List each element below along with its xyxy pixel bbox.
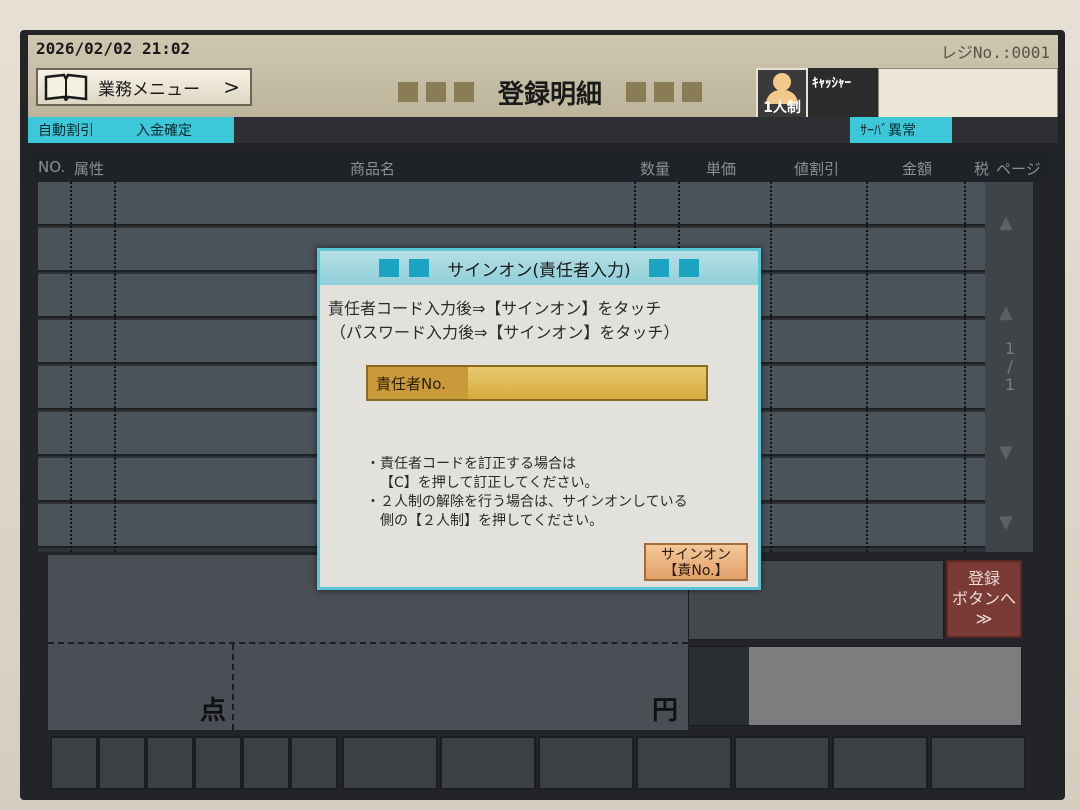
function-key[interactable] [734, 736, 830, 790]
function-key[interactable] [290, 736, 338, 790]
person-icon [773, 73, 791, 91]
function-key[interactable] [50, 736, 98, 790]
function-key[interactable] [146, 736, 194, 790]
column-divider [964, 182, 966, 552]
col-unit-price: 単価 [706, 160, 737, 178]
column-divider [114, 182, 116, 552]
signon-dialog: サインオン(責任者入力) 責任者コード入力後⇒【サインオン】をタッチ （パスワー… [317, 248, 761, 590]
header-bar: 2026/02/02 21:02 レジNo.:0001 業務メニュー > 登録明… [28, 35, 1058, 120]
server-error-badge: ｻｰﾊﾞ異常 [850, 117, 952, 143]
business-menu-button[interactable]: 業務メニュー > [36, 68, 252, 106]
status-strip: 自動割引 入金確定 ｻｰﾊﾞ異常 [28, 117, 1058, 143]
mode-badge: 1人制 [763, 100, 801, 116]
screen-title-group: 登録明細 [398, 75, 703, 110]
page-up-icon[interactable]: ▲ [999, 302, 1013, 323]
page-indicator: 1 / 1 [1004, 339, 1016, 394]
cashier-field [878, 68, 1058, 120]
function-key[interactable] [242, 736, 290, 790]
dialog-notes: ・責任者コードを訂正する場合は 【C】を押して訂正してください。 ・２人制の解除… [366, 456, 688, 529]
points-unit: 点 [200, 696, 227, 726]
title-square-icon [409, 259, 430, 277]
col-no: NO. [38, 158, 66, 176]
title-square-icon [682, 82, 703, 102]
register-button[interactable]: 登録 ボタンへ ≫ [946, 560, 1022, 638]
function-key[interactable] [538, 736, 634, 790]
function-key[interactable] [194, 736, 242, 790]
business-menu-label: 業務メニュー [98, 79, 200, 100]
function-key[interactable] [636, 736, 732, 790]
title-square-icon [648, 259, 669, 277]
col-qty: 数量 [640, 160, 671, 178]
function-key[interactable] [98, 736, 146, 790]
yen-unit: 円 [652, 696, 679, 726]
datetime: 2026/02/02 21:02 [36, 39, 191, 58]
register-number: レジNo.:0001 [940, 43, 1050, 62]
screen-title: 登録明細 [498, 79, 603, 110]
col-page: ページ [996, 160, 1041, 178]
deposit-confirm-badge: 入金確定 [126, 117, 234, 143]
page-bottom-icon[interactable]: ▼ [999, 512, 1013, 533]
function-key[interactable] [342, 736, 438, 790]
column-divider [866, 182, 868, 552]
summary-divider [48, 642, 688, 644]
table-row[interactable] [38, 182, 993, 226]
title-square-icon [398, 82, 418, 102]
title-square-icon [678, 259, 699, 277]
total-box [688, 646, 1022, 726]
auto-discount-badge: 自動割引 [28, 117, 126, 143]
signon-button[interactable]: サインオン 【責No.】 [644, 543, 748, 581]
manager-number-label: 責任者No. [368, 367, 468, 399]
column-divider [770, 182, 772, 552]
chevron-right-icon: > [223, 75, 240, 99]
title-square-icon [454, 82, 474, 102]
function-key[interactable] [930, 736, 1026, 790]
pos-screen: 2026/02/02 21:02 レジNo.:0001 業務メニュー > 登録明… [20, 30, 1065, 800]
title-square-icon [654, 82, 675, 102]
col-tax: 税 [974, 160, 990, 178]
page-down-icon[interactable]: ▼ [999, 442, 1013, 463]
col-discount: 値割引 [794, 160, 840, 178]
cashier-label: ｷｬｯｼｬｰ [808, 68, 878, 120]
title-square-icon [426, 82, 446, 102]
function-key[interactable] [440, 736, 536, 790]
dialog-title-bar: サインオン(責任者入力) [320, 251, 758, 285]
col-product: 商品名 [350, 160, 396, 178]
title-square-icon [379, 259, 400, 277]
page-top-icon[interactable]: ▲ [999, 212, 1013, 233]
title-square-icon [626, 82, 647, 102]
summary-divider [232, 644, 234, 730]
col-amount: 金額 [902, 160, 933, 178]
one-person-mode-button[interactable]: 1人制 [756, 68, 808, 120]
function-key[interactable] [832, 736, 928, 790]
cashier-panel: 1人制 ｷｬｯｼｬｰ [756, 68, 1058, 120]
column-divider [70, 182, 72, 552]
function-key-row [40, 736, 1040, 794]
table-header: NO. 属性 商品名 数量 単価 値割引 金額 税 ページ [34, 152, 1046, 182]
manager-number-input[interactable]: 責任者No. [366, 365, 708, 401]
book-icon [44, 73, 88, 101]
dialog-title: サインオン(責任者入力) [447, 260, 631, 281]
col-attr: 属性 [74, 160, 105, 178]
dialog-instructions: 責任者コード入力後⇒【サインオン】をタッチ （パスワード入力後⇒【サインオン】を… [328, 299, 680, 342]
double-chevron-icon: ≫ [975, 609, 993, 628]
